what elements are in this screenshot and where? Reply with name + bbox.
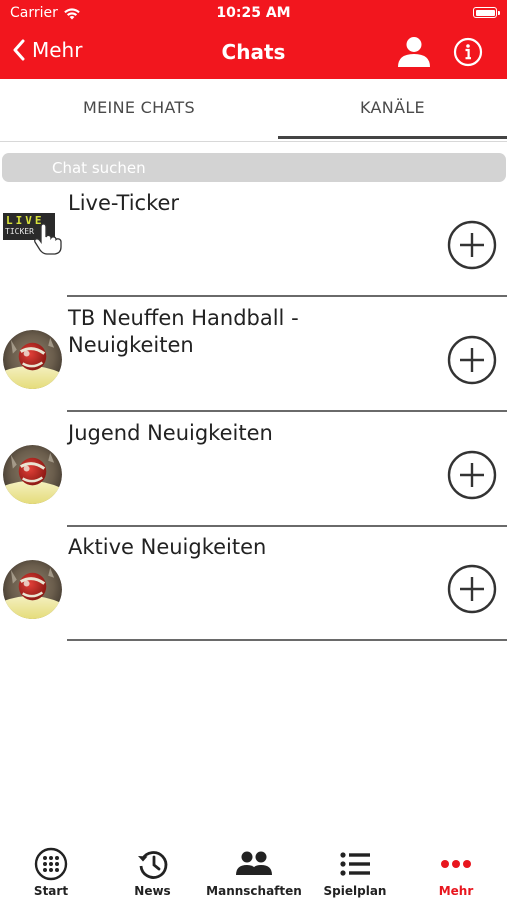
add-channel-button[interactable]	[447, 450, 497, 500]
hand-pointer-icon	[34, 223, 62, 255]
plus-circle-icon	[447, 220, 497, 270]
tabbar-item-mehr[interactable]: Mehr	[405, 833, 507, 900]
tabbar-label: Mehr	[438, 884, 474, 898]
history-icon	[137, 851, 167, 879]
person-icon	[398, 37, 430, 67]
back-label: Mehr	[32, 38, 83, 62]
status-time: 10:25 AM	[216, 5, 291, 21]
dial-icon	[34, 847, 68, 881]
tab-kanaele[interactable]: KANÄLE	[278, 79, 507, 139]
add-channel-button[interactable]	[447, 335, 497, 385]
battery-icon	[473, 7, 500, 18]
info-icon	[453, 37, 483, 67]
chat-title: TB Neuffen Handball - Neuigkeiten	[68, 306, 299, 357]
plus-circle-icon	[447, 450, 497, 500]
chat-title: Live-Ticker	[68, 191, 180, 215]
more-dots-icon	[441, 860, 471, 868]
people-icon	[236, 851, 272, 875]
status-bar: Carrier 10:25 AM	[0, 0, 507, 26]
list-item-jugend-neuigkeiten[interactable]: Jugend Neuigkeiten	[0, 412, 507, 527]
chevron-left-icon	[13, 39, 25, 61]
list-icon	[340, 852, 370, 876]
list-item-aktive-neuigkeiten[interactable]: Aktive Neuigkeiten	[0, 526, 507, 641]
search-input[interactable]	[2, 153, 506, 182]
ticker-thumb-line2: TICKER	[5, 227, 34, 236]
tabbar-label: Mannschaften	[206, 884, 302, 898]
tabbar-item-start[interactable]: Start	[0, 833, 102, 900]
tabbar-item-spielplan[interactable]: Spielplan	[305, 833, 405, 900]
segment-tabs: MEINE CHATS KANÄLE	[0, 79, 507, 142]
plus-circle-icon	[447, 335, 497, 385]
add-channel-button[interactable]	[447, 220, 497, 270]
tabbar-label: News	[134, 884, 171, 898]
handball-image	[3, 445, 62, 504]
tabbar-label: Spielplan	[323, 884, 387, 898]
profile-button[interactable]	[397, 35, 431, 69]
header-bar: Carrier 10:25 AM Mehr Chats	[0, 0, 507, 79]
tab-active-indicator	[278, 136, 507, 139]
info-button[interactable]	[453, 37, 483, 67]
add-channel-button[interactable]	[447, 564, 497, 614]
tab-meine-chats[interactable]: MEINE CHATS	[0, 79, 278, 139]
handball-image	[3, 330, 62, 389]
live-ticker-image: LIVE TICKER	[3, 213, 62, 255]
chat-title: Aktive Neuigkeiten	[68, 535, 267, 559]
list-item-tb-neuffen-handball[interactable]: TB Neuffen Handball - Neuigkeiten	[0, 297, 507, 412]
handball-image	[3, 560, 62, 619]
row-separator	[67, 639, 507, 641]
list-item-live-ticker[interactable]: LIVE TICKER Live-Ticker	[0, 182, 507, 297]
chat-title: Jugend Neuigkeiten	[68, 421, 273, 445]
back-button[interactable]: Mehr	[12, 38, 82, 62]
bottom-tab-bar: Start News Mannschaften Spielplan Mehr	[0, 833, 507, 900]
tabbar-item-news[interactable]: News	[102, 833, 203, 900]
plus-circle-icon	[447, 564, 497, 614]
tabbar-item-mannschaften[interactable]: Mannschaften	[203, 833, 305, 900]
tabbar-label: Start	[33, 884, 69, 898]
